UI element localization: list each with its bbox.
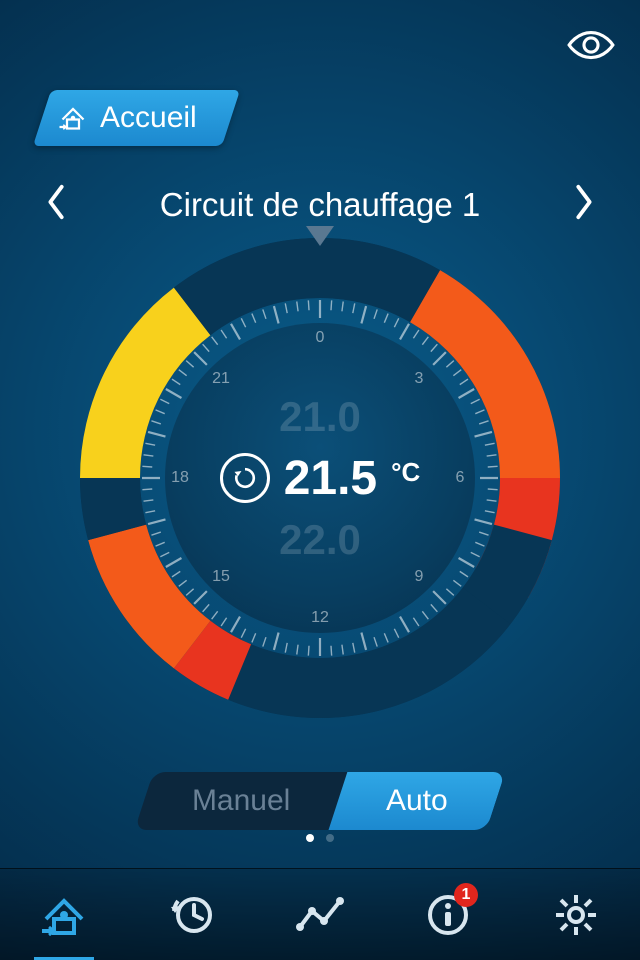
circuit-selector: Circuit de chauffage 1 bbox=[0, 178, 640, 232]
temperature-dial[interactable]: 0 3 6 9 12 15 18 21 21.0 21.5 °C 22.0 bbox=[70, 228, 570, 728]
dial-hour-label: 3 bbox=[415, 370, 424, 388]
pager-dot[interactable] bbox=[306, 834, 314, 842]
mode-auto-label: Auto bbox=[338, 772, 496, 830]
home-temp-icon bbox=[58, 103, 88, 133]
pager-dot[interactable] bbox=[326, 834, 334, 842]
dial-prev-temp: 21.0 bbox=[279, 393, 361, 441]
nav-info[interactable]: 1 bbox=[412, 879, 484, 951]
dial-hour-label: 18 bbox=[171, 469, 189, 487]
nav-active-indicator bbox=[34, 957, 94, 960]
dial-current-temp: 21.5 bbox=[284, 451, 377, 506]
nav-info-badge: 1 bbox=[454, 883, 478, 907]
dial-hour-label: 0 bbox=[316, 329, 325, 347]
circuit-name: Circuit de chauffage 1 bbox=[160, 186, 480, 224]
dial-next-temp: 22.0 bbox=[279, 516, 361, 564]
mode-toggle: Manuel Auto bbox=[135, 772, 506, 830]
prev-circuit-button[interactable] bbox=[34, 178, 78, 232]
nav-graph[interactable] bbox=[284, 879, 356, 951]
nav-home[interactable] bbox=[28, 879, 100, 951]
mode-auto-button[interactable]: Auto bbox=[329, 772, 506, 830]
breadcrumb-home-label: Accueil bbox=[100, 101, 197, 135]
dial-hour-label: 21 bbox=[212, 370, 230, 388]
dial-marker-icon bbox=[306, 226, 334, 246]
dial-unit: °C bbox=[391, 457, 420, 488]
dial-hour-label: 6 bbox=[456, 469, 465, 487]
visibility-icon[interactable] bbox=[564, 18, 618, 72]
pager-dots bbox=[306, 834, 334, 842]
mode-manual-label: Manuel bbox=[144, 772, 338, 830]
mode-manual-button[interactable]: Manuel bbox=[135, 772, 348, 830]
dial-hour-label: 15 bbox=[212, 568, 230, 586]
next-circuit-button[interactable] bbox=[562, 178, 606, 232]
nav-schedule[interactable] bbox=[156, 879, 228, 951]
undo-button[interactable] bbox=[220, 453, 270, 503]
nav-settings[interactable] bbox=[540, 879, 612, 951]
dial-hour-label: 12 bbox=[311, 609, 329, 627]
bottom-nav: 1 bbox=[0, 868, 640, 960]
dial-hour-label: 9 bbox=[415, 568, 424, 586]
breadcrumb-home[interactable]: Accueil bbox=[33, 90, 240, 146]
